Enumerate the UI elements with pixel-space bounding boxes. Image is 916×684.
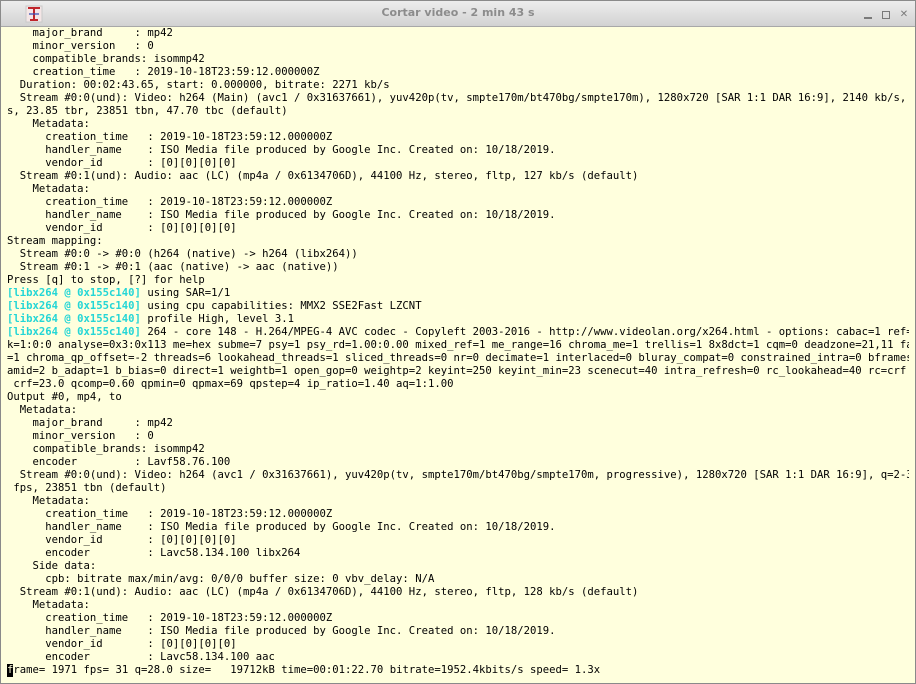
terminal-line: [libx264 @ 0x155c140] using SAR=1/1: [7, 287, 909, 300]
close-icon[interactable]: ✕: [899, 10, 909, 20]
terminal-line: minor_version : 0: [7, 430, 154, 442]
terminal-line: Stream #0:1(und): Audio: aac (LC) (mp4a …: [7, 586, 639, 598]
terminal-line: minor_version : 0: [7, 40, 154, 52]
terminal-line: vendor_id : [0][0][0][0]: [7, 157, 237, 169]
terminal-line: s, 23.85 tbr, 23851 tbn, 47.70 tbc (defa…: [7, 105, 288, 117]
terminal-line: Stream #0:1 -> #0:1 (aac (native) -> aac…: [7, 261, 339, 273]
line-text: using cpu capabilities: MMX2 SSE2Fast LZ…: [140, 300, 422, 312]
terminal-line: handler_name : ISO Media file produced b…: [7, 625, 556, 637]
terminal-line: handler_name : ISO Media file produced b…: [7, 144, 556, 156]
terminal-line: Duration: 00:02:43.65, start: 0.000000, …: [7, 79, 390, 91]
line-text: rame= 1971 fps= 31 q=28.0 size= 19712kB …: [13, 664, 601, 676]
terminal-line: handler_name : ISO Media file produced b…: [7, 209, 556, 221]
terminal-line: creation_time : 2019-10-18T23:59:12.0000…: [7, 131, 333, 143]
terminal-line: k=1:0:0 analyse=0x3:0x113 me=hex subme=7…: [7, 339, 909, 351]
terminal-window: Cortar video - 2 min 43 s ✕ major_brand …: [0, 0, 916, 684]
terminal-line: Metadata:: [7, 118, 90, 130]
line-text: using SAR=1/1: [140, 287, 231, 299]
terminal-output[interactable]: major_brand : mp42 minor_version : 0 com…: [7, 27, 909, 681]
terminal-line: vendor_id : [0][0][0][0]: [7, 638, 237, 650]
title-bar[interactable]: Cortar video - 2 min 43 s ✕: [1, 1, 915, 27]
terminal-line: encoder : Lavc58.134.100 libx264: [7, 547, 301, 559]
terminal-line: vendor_id : [0][0][0][0]: [7, 534, 237, 546]
terminal-line: creation_time : 2019-10-18T23:59:12.0000…: [7, 196, 333, 208]
terminal-line: encoder : Lavf58.76.100: [7, 456, 231, 468]
terminal-line: =1 chroma_qp_offset=-2 threads=6 lookahe…: [7, 352, 909, 364]
terminal-line: major_brand : mp42: [7, 417, 173, 429]
terminal-line: encoder : Lavc58.134.100 aac: [7, 651, 275, 663]
line-text: profile High, level 3.1: [140, 313, 295, 325]
terminal-line: creation_time : 2019-10-18T23:59:12.0000…: [7, 66, 320, 78]
minimize-icon[interactable]: [863, 10, 873, 20]
terminal-line: Side data:: [7, 560, 97, 572]
terminal-line: Press [q] to stop, [?] for help: [7, 274, 205, 286]
terminal-line: amid=2 b_adapt=1 b_bias=0 direct=1 weigh…: [7, 365, 909, 377]
terminal-line: vendor_id : [0][0][0][0]: [7, 222, 237, 234]
terminal-line: Output #0, mp4, to: [7, 391, 122, 403]
terminal-line: Stream #0:0 -> #0:0 (h264 (native) -> h2…: [7, 248, 358, 260]
terminal-line: Stream mapping:: [7, 235, 103, 247]
terminal-line: Metadata:: [7, 183, 90, 195]
terminal-line: handler_name : ISO Media file produced b…: [7, 521, 556, 533]
window-title: Cortar video - 2 min 43 s: [381, 6, 535, 19]
terminal-line: [libx264 @ 0x155c140] profile High, leve…: [7, 313, 909, 326]
terminal-line: Stream #0:0(und): Video: h264 (Main) (av…: [7, 92, 909, 104]
terminal-line: [libx264 @ 0x155c140] 264 - core 148 - H…: [7, 326, 909, 339]
libx264-prefix: [libx264 @ 0x155c140]: [7, 300, 141, 312]
terminal-line: compatible_brands: isommp42: [7, 53, 205, 65]
terminal-line: compatible_brands: isommp42: [7, 443, 205, 455]
terminal-line: creation_time : 2019-10-18T23:59:12.0000…: [7, 508, 333, 520]
terminal-line: creation_time : 2019-10-18T23:59:12.0000…: [7, 612, 333, 624]
maximize-icon[interactable]: [881, 10, 891, 20]
terminal-line: major_brand : mp42: [7, 27, 173, 39]
terminal-line: [libx264 @ 0x155c140] using cpu capabili…: [7, 300, 909, 313]
libx264-prefix: [libx264 @ 0x155c140]: [7, 326, 141, 338]
terminal-line: Metadata:: [7, 404, 78, 416]
terminal-line: fps, 23851 tbn (default): [7, 482, 167, 494]
terminal-line: frame= 1971 fps= 31 q=28.0 size= 19712kB…: [7, 664, 909, 677]
terminal-line: Stream #0:0(und): Video: h264 (avc1 / 0x…: [7, 469, 909, 481]
libx264-prefix: [libx264 @ 0x155c140]: [7, 313, 141, 325]
terminal-line: Metadata:: [7, 495, 90, 507]
libx264-prefix: [libx264 @ 0x155c140]: [7, 287, 141, 299]
terminal-line: cpb: bitrate max/min/avg: 0/0/0 buffer s…: [7, 573, 435, 585]
terminal-line: Stream #0:1(und): Audio: aac (LC) (mp4a …: [7, 170, 639, 182]
terminal-line: Metadata:: [7, 599, 90, 611]
line-text: 264 - core 148 - H.264/MPEG-4 AVC codec …: [140, 326, 909, 338]
terminal-line: crf=23.0 qcomp=0.60 qpmin=0 qpmax=69 qps…: [7, 378, 454, 390]
